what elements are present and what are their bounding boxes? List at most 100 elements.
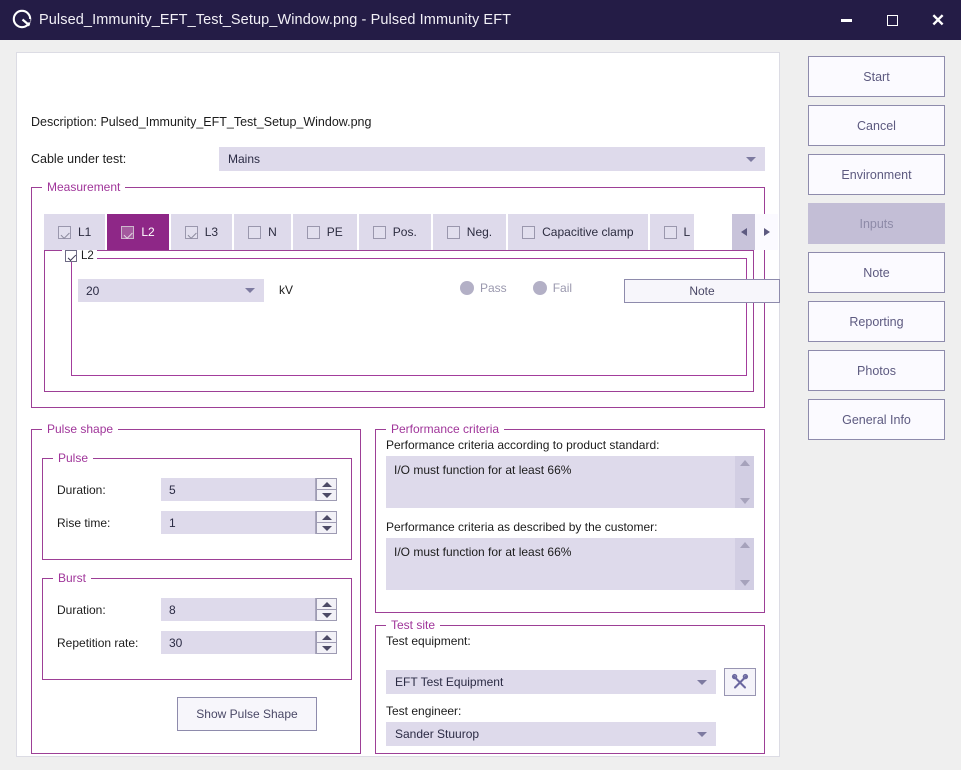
stepper-up-icon[interactable] bbox=[316, 598, 337, 609]
pass-fail-radios: Pass Fail bbox=[460, 281, 572, 295]
radio-fail[interactable]: Fail bbox=[532, 281, 572, 295]
tab-label: L3 bbox=[204, 225, 219, 239]
test-equipment-value: EFT Test Equipment bbox=[395, 675, 504, 689]
checkbox-icon[interactable] bbox=[121, 225, 135, 239]
tab-pos[interactable]: Pos. bbox=[358, 214, 431, 250]
checkbox-icon[interactable] bbox=[65, 250, 77, 262]
checkbox-icon[interactable] bbox=[248, 225, 262, 239]
burst-duration-label: Duration: bbox=[57, 603, 106, 617]
scrollbar-vertical[interactable] bbox=[735, 456, 754, 508]
cable-under-test-select[interactable]: Mains bbox=[219, 147, 765, 171]
test-engineer-select[interactable]: Sander Stuurop bbox=[386, 722, 716, 746]
environment-button[interactable]: Environment bbox=[808, 154, 945, 195]
arrow-left-glyph bbox=[740, 228, 747, 236]
measurement-legend: Measurement bbox=[42, 180, 126, 194]
radio-pass[interactable]: Pass bbox=[460, 281, 507, 295]
test-site-group: Test site Test equipment: EFT Test Equip… bbox=[375, 618, 765, 754]
start-button[interactable]: Start bbox=[808, 56, 945, 97]
maximize-icon[interactable] bbox=[869, 0, 915, 40]
note-button[interactable]: Note bbox=[808, 252, 945, 293]
test-equipment-select[interactable]: EFT Test Equipment bbox=[386, 670, 716, 694]
tab-label: Capacitive clamp bbox=[542, 225, 634, 239]
radio-icon bbox=[460, 281, 474, 295]
checkbox-icon[interactable] bbox=[58, 225, 71, 239]
tab-label: PE bbox=[326, 225, 343, 239]
measurement-note-button[interactable]: Note bbox=[624, 279, 780, 303]
tab-l2[interactable]: L2 bbox=[107, 214, 169, 250]
title-bar: Pulsed_Immunity_EFT_Test_Setup_Window.pn… bbox=[0, 0, 961, 40]
photos-button[interactable]: Photos bbox=[808, 350, 945, 391]
scroll-right-icon[interactable] bbox=[755, 214, 778, 250]
pulse-duration-stepper[interactable]: 5 bbox=[161, 478, 337, 501]
level-select[interactable]: 20 bbox=[78, 279, 264, 302]
checkbox-icon[interactable] bbox=[522, 225, 536, 239]
scroll-down-icon[interactable] bbox=[739, 580, 750, 586]
l2-detail-legend: L2 bbox=[62, 250, 97, 262]
performance-standard-textarea[interactable]: I/O must function for at least 66% bbox=[386, 456, 754, 508]
stepper-up-icon[interactable] bbox=[316, 478, 337, 489]
checkbox-icon[interactable] bbox=[446, 225, 460, 239]
tab-pe[interactable]: PE bbox=[292, 214, 357, 250]
stepper-buttons[interactable] bbox=[315, 598, 337, 621]
performance-customer-textarea[interactable]: I/O must function for at least 66% bbox=[386, 538, 754, 590]
performance-criteria-group: Performance criteria Performance criteri… bbox=[375, 422, 765, 613]
app-logo-icon bbox=[9, 7, 35, 33]
burst-group: Burst Duration: 8 Repetition rate: 30 bbox=[42, 571, 352, 680]
tab-l3[interactable]: L3 bbox=[170, 214, 233, 250]
tab-l-partial[interactable]: L bbox=[649, 214, 695, 250]
checkbox-icon[interactable] bbox=[306, 225, 320, 239]
stepper-buttons[interactable] bbox=[315, 478, 337, 501]
burst-repetition-rate-stepper[interactable]: 30 bbox=[161, 631, 337, 654]
cancel-button[interactable]: Cancel bbox=[808, 105, 945, 146]
tools-icon[interactable] bbox=[724, 668, 756, 696]
tab-neg[interactable]: Neg. bbox=[432, 214, 507, 250]
stepper-down-icon[interactable] bbox=[316, 609, 337, 621]
stepper-up-icon[interactable] bbox=[316, 631, 337, 642]
stepper-buttons[interactable] bbox=[315, 631, 337, 654]
inputs-button[interactable]: Inputs bbox=[808, 203, 945, 244]
measurement-tabpage: L2 20 kV Pass Fail Note bbox=[44, 250, 780, 392]
measurement-group: Measurement L1 L2 L3 N PE Pos. Neg. Capa… bbox=[31, 180, 780, 408]
scrollbar-vertical[interactable] bbox=[735, 538, 754, 590]
stepper-buttons[interactable] bbox=[315, 511, 337, 534]
chevron-down-icon bbox=[245, 288, 255, 293]
chevron-down-icon bbox=[697, 679, 707, 685]
reporting-button[interactable]: Reporting bbox=[808, 301, 945, 342]
checkbox-icon[interactable] bbox=[663, 225, 677, 239]
radio-icon bbox=[532, 281, 547, 295]
checkbox-icon[interactable] bbox=[372, 225, 386, 239]
scroll-left-icon[interactable] bbox=[732, 214, 755, 250]
tab-l1[interactable]: L1 bbox=[44, 214, 106, 250]
tab-capacitive-clamp[interactable]: Capacitive clamp bbox=[508, 214, 648, 250]
level-unit-label: kV bbox=[279, 283, 294, 297]
pulse-rise-time-stepper[interactable]: 1 bbox=[161, 511, 337, 534]
stepper-down-icon[interactable] bbox=[316, 522, 337, 534]
close-icon[interactable]: ✕ bbox=[915, 0, 961, 40]
form-panel: Description: Pulsed_Immunity_EFT_Test_Se… bbox=[16, 52, 780, 757]
description-text: Description: Pulsed_Immunity_EFT_Test_Se… bbox=[31, 115, 372, 129]
pulse-duration-value: 5 bbox=[169, 482, 176, 497]
action-sidebar: Start Cancel Environment Inputs Note Rep… bbox=[808, 56, 945, 448]
performance-standard-value: I/O must function for at least 66% bbox=[394, 463, 572, 477]
cable-under-test-value: Mains bbox=[228, 152, 261, 166]
scroll-up-icon[interactable] bbox=[739, 542, 750, 548]
minimize-icon[interactable] bbox=[823, 0, 869, 40]
burst-repetition-rate-value: 30 bbox=[169, 635, 183, 650]
general-info-button[interactable]: General Info bbox=[808, 399, 945, 440]
show-pulse-shape-button[interactable]: Show Pulse Shape bbox=[177, 697, 317, 731]
stepper-down-icon[interactable] bbox=[316, 642, 337, 654]
pulse-shape-group: Pulse shape Pulse Duration: 5 Rise time:… bbox=[31, 422, 361, 754]
scroll-down-icon[interactable] bbox=[739, 498, 750, 504]
cable-under-test-label: Cable under test: bbox=[31, 152, 127, 166]
scroll-up-icon[interactable] bbox=[739, 460, 750, 466]
test-engineer-value: Sander Stuurop bbox=[395, 727, 480, 741]
stepper-down-icon[interactable] bbox=[316, 489, 337, 501]
test-engineer-label: Test engineer: bbox=[386, 704, 462, 718]
level-value: 20 bbox=[86, 283, 100, 298]
stepper-up-icon[interactable] bbox=[316, 511, 337, 522]
burst-duration-stepper[interactable]: 8 bbox=[161, 598, 337, 621]
pulse-duration-label: Duration: bbox=[57, 483, 106, 497]
tab-n[interactable]: N bbox=[234, 214, 291, 250]
checkbox-icon[interactable] bbox=[184, 225, 198, 239]
close-glyph: ✕ bbox=[930, 10, 946, 30]
